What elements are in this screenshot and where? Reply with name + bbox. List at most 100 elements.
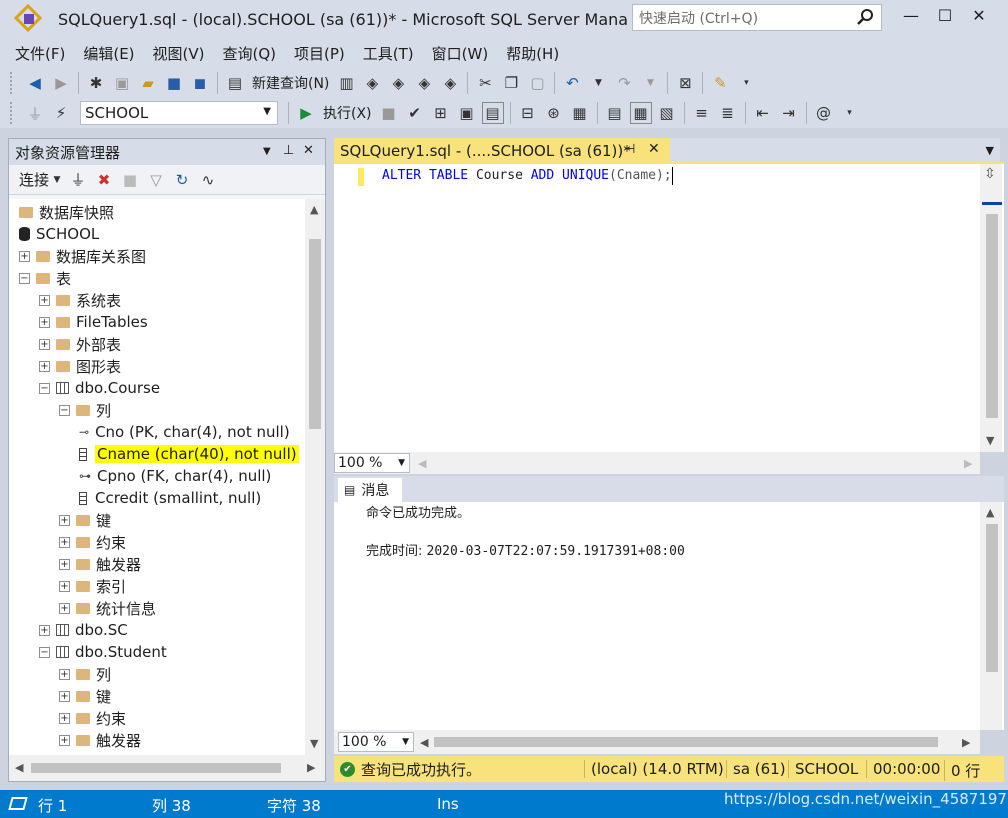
quick-launch-input[interactable]: 快速启动 (Ctrl+Q) [632, 4, 882, 31]
editor-vertical-scrollbar[interactable]: ⇳ ▼ [980, 164, 1002, 452]
redo-dropdown-icon[interactable]: ▼ [639, 72, 661, 94]
pin-icon[interactable]: ⊣ [624, 142, 635, 157]
menu-project[interactable]: 项目(P) [285, 43, 354, 64]
change-connection-icon[interactable]: ⚡ [50, 102, 72, 124]
scrollbar-thumb[interactable] [986, 214, 998, 418]
connect-button[interactable]: 连接 [19, 169, 49, 190]
expand-icon[interactable]: + [59, 514, 70, 526]
tree-node[interactable]: Cname (char(40), not null) [9, 443, 305, 465]
tab-messages[interactable]: ▤ 消息 [338, 478, 402, 502]
cut-icon[interactable]: ✂ [474, 72, 496, 94]
tree-node[interactable]: + 图形表 [9, 355, 305, 377]
expand-icon[interactable]: + [59, 580, 70, 592]
expand-icon[interactable]: + [59, 602, 70, 614]
live-stats-icon[interactable]: ⊛ [543, 102, 565, 124]
scrollbar-thumb[interactable] [309, 239, 321, 429]
connect-plug-icon[interactable]: ⏚ [67, 169, 89, 191]
expand-icon[interactable]: + [39, 294, 50, 306]
editor-zoom-select[interactable]: 100 % ▼ [334, 453, 410, 473]
mdx-icon[interactable]: ◈ [361, 72, 383, 94]
save-all-icon[interactable]: ◼ [189, 72, 211, 94]
new-query-icon[interactable]: ▤ [224, 72, 246, 94]
tree-node[interactable]: Ccredit (smallint, null) [9, 487, 305, 509]
expand-icon[interactable]: + [39, 338, 50, 350]
comment-icon[interactable]: ≡ [691, 102, 713, 124]
undo-icon[interactable]: ↶ [561, 72, 583, 94]
tree-node[interactable]: 数据库快照 [9, 201, 305, 223]
new-query-button[interactable]: 新建查询(N) [252, 73, 329, 93]
expand-icon[interactable]: + [59, 734, 70, 746]
toolbar-overflow-icon[interactable]: ▾ [839, 102, 861, 124]
close-icon[interactable]: ✕ [303, 143, 314, 158]
results-to-icon[interactable]: ▤ [481, 102, 504, 124]
maximize-button[interactable]: ☐ [932, 6, 958, 30]
tree-node[interactable]: + 约束 [9, 707, 305, 729]
activity-icon[interactable]: ∿ [197, 169, 219, 191]
filter-icon[interactable]: ▽ [145, 169, 167, 191]
redo-icon[interactable]: ↷ [613, 72, 635, 94]
collapse-icon[interactable]: − [39, 382, 50, 394]
tree-node[interactable]: + 外部表 [9, 333, 305, 355]
expand-icon[interactable]: + [19, 250, 30, 262]
save-icon[interactable]: ■ [163, 72, 185, 94]
expand-icon[interactable]: + [59, 536, 70, 548]
scrollbar-thumb[interactable] [434, 737, 938, 747]
collapse-icon[interactable]: − [59, 404, 70, 416]
tree-node[interactable]: − 表 [9, 267, 305, 289]
collapse-icon[interactable]: − [39, 646, 50, 658]
database-select[interactable]: SCHOOL ▼ [80, 101, 278, 125]
include-plan-icon[interactable]: ⊟ [517, 102, 539, 124]
uncomment-icon[interactable]: ≣ [717, 102, 739, 124]
query-options-icon[interactable]: ▣ [456, 102, 478, 124]
close-window-button[interactable]: ✕ [966, 6, 992, 30]
tree-node[interactable]: + 键 [9, 685, 305, 707]
tree-node[interactable]: + 系统表 [9, 289, 305, 311]
expand-icon[interactable]: + [39, 360, 50, 372]
xmla-icon[interactable]: ◈ [413, 72, 435, 94]
client-stats-icon[interactable]: ▦ [569, 102, 591, 124]
menu-query[interactable]: 查询(Q) [214, 43, 286, 64]
results-to-text-icon[interactable]: ▤ [604, 102, 626, 124]
tree-node[interactable]: + 约束 [9, 531, 305, 553]
scrollbar-thumb[interactable] [31, 763, 281, 773]
undo-dropdown-icon[interactable]: ▼ [587, 72, 609, 94]
stop-icon[interactable]: ■ [378, 102, 400, 124]
scrollbar-thumb[interactable] [986, 524, 998, 672]
tab-list-dropdown-icon[interactable]: ▼ [986, 144, 994, 157]
sql-editor[interactable]: ALTER TABLE Course ADD UNIQUE(Cname); ⇳ … [334, 164, 1004, 452]
scroll-up-icon[interactable]: ▲ [310, 203, 318, 216]
activity-monitor-icon[interactable]: ⊠ [674, 72, 696, 94]
parse-icon[interactable]: ✔ [404, 102, 426, 124]
toolbar-overflow-icon[interactable]: ▾ [735, 72, 757, 94]
forward-icon[interactable]: ▶ [50, 72, 72, 94]
scroll-right-icon[interactable]: ▶ [962, 736, 970, 749]
display-plan-icon[interactable]: ⊞ [430, 102, 452, 124]
expand-icon[interactable]: + [39, 316, 50, 328]
menu-tools[interactable]: 工具(T) [354, 43, 423, 64]
messages-zoom-select[interactable]: 100 % ▼ [338, 732, 414, 752]
code-line-1[interactable]: ALTER TABLE Course ADD UNIQUE(Cname); [382, 166, 673, 186]
increase-indent-icon[interactable]: ⇥ [778, 102, 800, 124]
menu-window[interactable]: 窗口(W) [423, 43, 498, 64]
menu-file[interactable]: 文件(F) [6, 43, 74, 64]
connect-icon[interactable]: ⏚ [24, 102, 46, 124]
expand-icon[interactable]: + [59, 668, 70, 680]
tab-sqlquery1[interactable]: SQLQuery1.sql - (....SCHOOL (sa (61))* ⊣… [334, 138, 670, 164]
scroll-left-icon[interactable]: ◀ [15, 761, 23, 774]
dax-icon[interactable]: ◈ [439, 72, 461, 94]
properties-icon[interactable]: ✎ [709, 72, 731, 94]
tree-node[interactable]: ⊸ Cno (PK, char(4), not null) [9, 421, 305, 443]
new-project-icon[interactable]: ✱ [85, 72, 107, 94]
minimize-button[interactable]: — [898, 6, 924, 30]
tree-node[interactable]: + 数据库关系图 [9, 245, 305, 267]
results-to-file-icon[interactable]: ▧ [656, 102, 678, 124]
add-item-icon[interactable]: ▣ [111, 72, 133, 94]
execute-button[interactable]: 执行(X) [323, 103, 372, 123]
tree-node[interactable]: + 统计信息 [9, 597, 305, 619]
menu-help[interactable]: 帮助(H) [497, 43, 568, 64]
scroll-left-icon[interactable]: ◀ [418, 457, 426, 470]
tree-node[interactable]: + 索引 [9, 575, 305, 597]
tree-node[interactable]: + 触发器 [9, 553, 305, 575]
tree-node[interactable]: + 触发器 [9, 729, 305, 751]
toolbar-grip[interactable] [10, 72, 16, 94]
